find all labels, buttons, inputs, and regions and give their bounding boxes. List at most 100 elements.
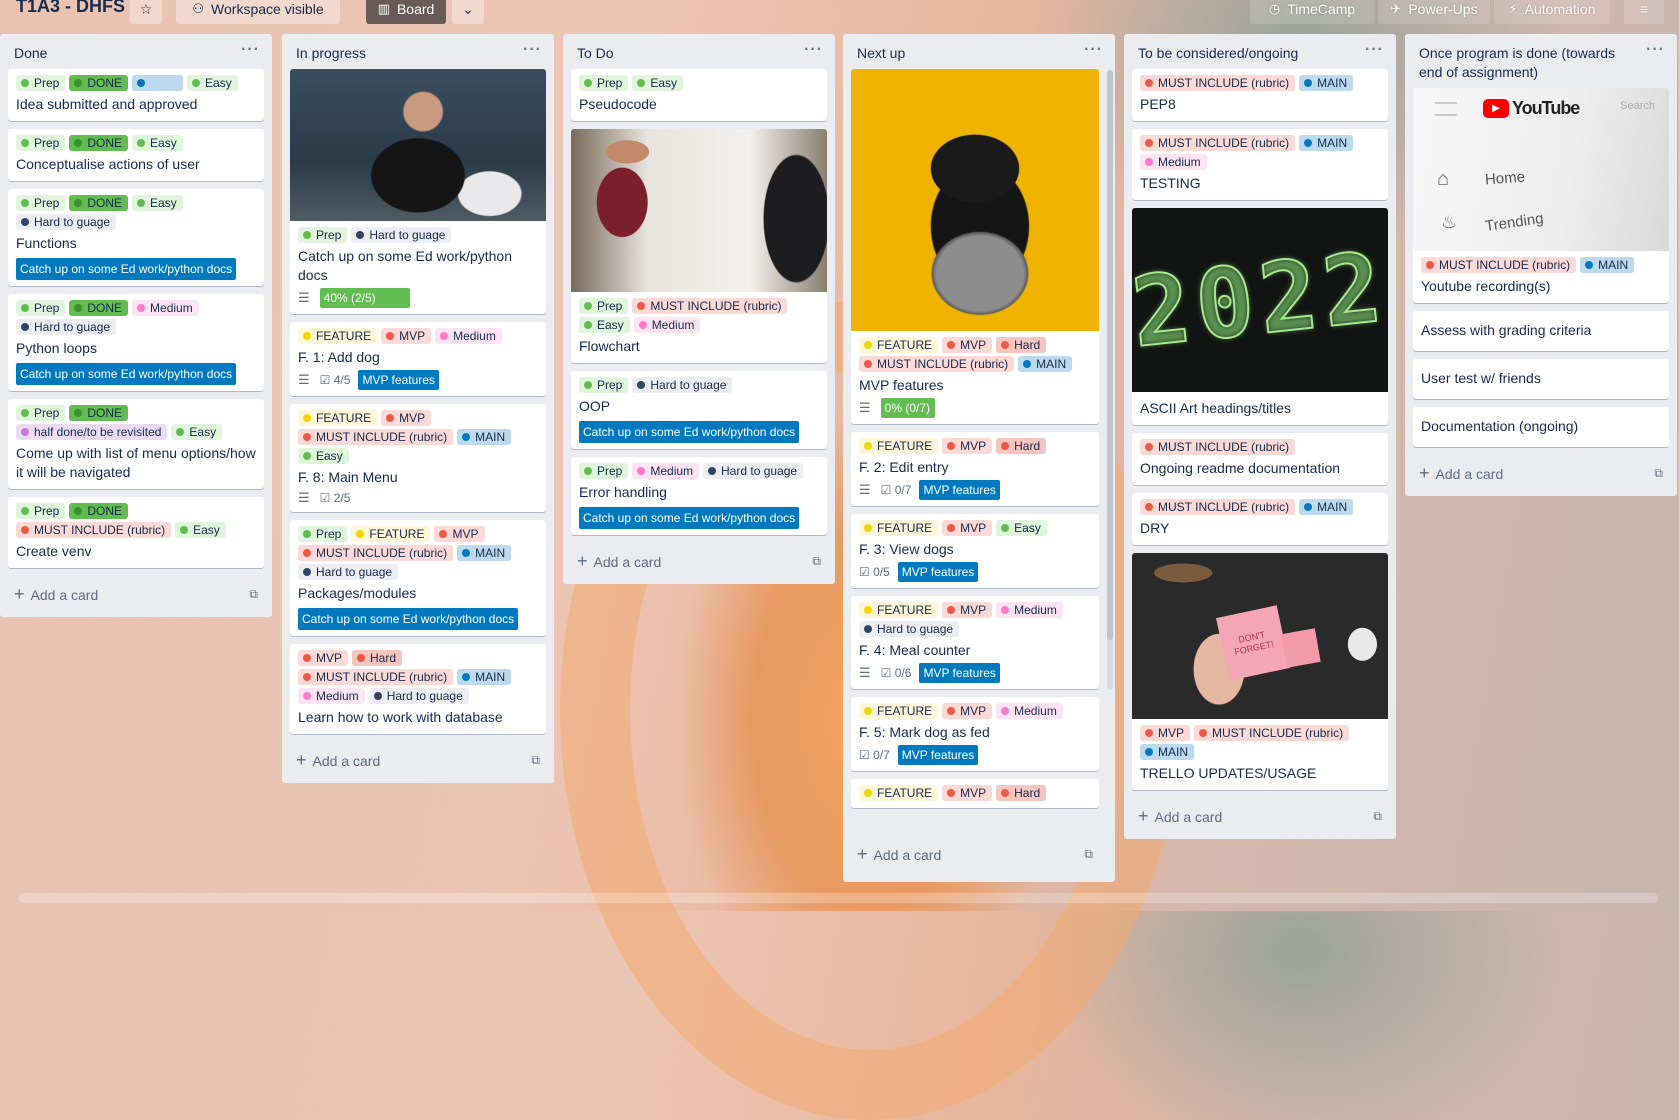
label-must-include: MUST INCLUDE (rubric)	[298, 669, 454, 685]
card[interactable]: FEATURE MVP Medium F. 5: Mark dog as fed ☑…	[851, 697, 1099, 771]
board-view-button[interactable]: ▥ Board	[366, 0, 446, 24]
card-template-icon[interactable]: ⧉	[1373, 809, 1382, 824]
board-horizontal-scrollbar[interactable]	[18, 893, 1658, 903]
list-menu-icon[interactable]: ···	[1365, 40, 1384, 59]
card[interactable]: DON'T FORGET! MVP MUST INCLUDE (rubric) MA…	[1132, 553, 1388, 790]
view-switcher-button[interactable]: ⌄	[452, 0, 484, 24]
add-card-button[interactable]: + Add a card ⧉	[8, 576, 264, 617]
card[interactable]: FEATURE MVP Hard F. 2: Edit entry ☰ ☑ 0/7 MV…	[851, 432, 1099, 506]
card[interactable]: FEATURE MVP Easy F. 3: View dogs ☑ 0/5 MVP …	[851, 514, 1099, 588]
list-title[interactable]: Once program is done (towards end of ass…	[1419, 45, 1615, 80]
powerups-button[interactable]: ✈ Power-Ups	[1378, 0, 1490, 24]
add-card-button[interactable]: + Add a card ⧉	[1413, 455, 1669, 496]
mvp-features-tag[interactable]: MVP features	[897, 562, 979, 582]
card-template-icon[interactable]: ⧉	[812, 554, 821, 569]
list-title[interactable]: To be considered/ongoing	[1138, 45, 1298, 61]
mvp-features-tag[interactable]: MVP features	[919, 480, 1000, 500]
card[interactable]: Prep DONE MUST INCLUDE (rubric) Easy Create…	[8, 497, 264, 568]
youtube-play-icon: ▶	[1483, 99, 1509, 118]
card-template-icon[interactable]: ⧉	[1654, 466, 1663, 481]
visibility-button[interactable]: ⚇ Workspace visible	[176, 0, 340, 24]
label-prep: Prep	[579, 377, 629, 393]
mvp-features-tag[interactable]: MVP features	[897, 745, 979, 765]
menu-icon: ≡	[1639, 1, 1649, 17]
list-menu-icon[interactable]: ···	[1084, 40, 1103, 59]
card[interactable]: MVP Hard MUST INCLUDE (rubric) MAIN Medium Ha…	[290, 644, 546, 734]
label-medium: Medium	[996, 703, 1063, 719]
plus-icon: +	[1419, 463, 1430, 483]
label-easy: Easy	[132, 135, 183, 151]
card[interactable]: Prep FEATURE MVP MUST INCLUDE (rubric) MAIN H…	[290, 520, 546, 636]
card[interactable]: Prep DONE half done/to be revisited Easy Co…	[8, 399, 264, 489]
description-icon: ☰	[298, 490, 310, 505]
card-title: Flowchart	[579, 338, 640, 354]
card[interactable]: ▶ YouTube Search ⌂ Home ♨ Trending MUST …	[1413, 88, 1669, 303]
show-menu-button[interactable]: ≡	[1624, 0, 1664, 24]
card-template-icon[interactable]: ⧉	[249, 587, 258, 602]
card[interactable]: Prep DONE Medium Hard to guage Python loops…	[8, 294, 264, 391]
linked-card-tag[interactable]: Catch up on some Ed work/python docs	[579, 421, 800, 443]
card[interactable]: Prep Hard to guage OOP Catch up on some E…	[571, 371, 827, 449]
card[interactable]: FEATURE MVP Medium Hard to guage F. 4: Meal…	[851, 596, 1099, 689]
card[interactable]: Prep DONE Easy Hard to guage Functions Catc…	[8, 189, 264, 286]
card[interactable]: 2022 ASCII Art headings/titles	[1132, 208, 1388, 425]
board-title[interactable]: T1A3 - DHFS	[16, 0, 125, 17]
list-title[interactable]: In progress	[296, 45, 366, 61]
card[interactable]: Documentation (ongoing)	[1413, 407, 1669, 447]
label-done: DONE	[69, 503, 129, 519]
label-mvp: MVP	[381, 328, 432, 344]
list-title[interactable]: Next up	[857, 45, 905, 61]
list-scrollbar-thumb[interactable]	[1107, 70, 1113, 640]
list-scrollbar[interactable]	[1107, 70, 1113, 690]
youtube-logo: ▶ YouTube	[1483, 98, 1580, 119]
list-menu-icon[interactable]: ···	[241, 40, 260, 59]
list-menu-icon[interactable]: ···	[523, 40, 542, 59]
description-icon: ☰	[298, 372, 310, 387]
list-done: Done ··· Prep DONE Easy Idea submitted and …	[0, 34, 272, 617]
card-title: Packages/modules	[298, 585, 417, 601]
mvp-features-tag[interactable]: MVP features	[358, 370, 439, 390]
linked-card-tag[interactable]: Catch up on some Ed work/python docs	[298, 608, 519, 630]
card[interactable]: FEATURE MVP MUST INCLUDE (rubric) MAIN Easy …	[290, 404, 546, 512]
label-prep: Prep	[16, 300, 66, 316]
linked-card-tag[interactable]: Catch up on some Ed work/python docs	[16, 258, 237, 280]
card-template-icon[interactable]: ⧉	[531, 753, 540, 768]
list-title[interactable]: Done	[14, 45, 47, 61]
add-card-button[interactable]: + Add a card ⧉	[851, 840, 1099, 877]
mvp-features-tag[interactable]: MVP features	[919, 663, 1000, 683]
card[interactable]: Prep Hard to guage Catch up on some Ed wo…	[290, 69, 546, 314]
card[interactable]: Prep DONE Easy Conceptualise actions of us…	[8, 129, 264, 181]
automation-button[interactable]: ⚡ Automation	[1494, 0, 1610, 24]
card[interactable]: MUST INCLUDE (rubric) Ongoing readme doc…	[1132, 433, 1388, 485]
add-card-button[interactable]: + Add a card ⧉	[1132, 798, 1388, 839]
card[interactable]: Prep Easy Pseudocode	[571, 69, 827, 121]
list-menu-icon[interactable]: ···	[804, 40, 823, 59]
card[interactable]: FEATURE MVP Medium F. 1: Add dog ☰ ☑ 4/5 MVP…	[290, 322, 546, 396]
add-card-button[interactable]: + Add a card ⧉	[571, 543, 827, 584]
add-card-button[interactable]: + Add a card ⧉	[290, 742, 546, 783]
linked-card-tag[interactable]: Catch up on some Ed work/python docs	[579, 507, 800, 529]
card[interactable]: Prep Medium Hard to guage Error handling C…	[571, 457, 827, 535]
list-menu-icon[interactable]: ···	[1646, 40, 1665, 59]
card[interactable]: MUST INCLUDE (rubric) MAIN Medium TESTING	[1132, 129, 1388, 200]
label-hard-to-guage: Hard to guage	[859, 621, 960, 637]
card[interactable]: FEATURE MVP Hard MUST INCLUDE (rubric) MAIN …	[851, 69, 1099, 424]
card[interactable]: MUST INCLUDE (rubric) MAIN DRY	[1132, 493, 1388, 545]
linked-card-tag[interactable]: Catch up on some Ed work/python docs	[16, 363, 237, 385]
timecamp-button[interactable]: ◷ TimeCamp	[1250, 0, 1374, 24]
card[interactable]: Prep MUST INCLUDE (rubric) Easy Medium Flow…	[571, 129, 827, 363]
label-feature: FEATURE	[859, 785, 939, 801]
card[interactable]: FEATURE MVP Hard	[851, 779, 1099, 808]
card-template-icon[interactable]: ⧉	[1084, 847, 1093, 862]
list-title[interactable]: To Do	[577, 45, 614, 61]
label-feature: FEATURE	[859, 337, 939, 353]
card[interactable]: Prep DONE Easy Idea submitted and approved	[8, 69, 264, 121]
star-button[interactable]: ☆	[130, 0, 162, 24]
card[interactable]: MUST INCLUDE (rubric) MAIN PEP8	[1132, 69, 1388, 121]
sticky-note-back	[1281, 628, 1321, 668]
card[interactable]: User test w/ friends	[1413, 359, 1669, 399]
list-cards-scroll-area[interactable]: FEATURE MVP Hard MUST INCLUDE (rubric) MAIN …	[851, 69, 1099, 849]
label-prep: Prep	[16, 195, 66, 211]
card[interactable]: Assess with grading criteria	[1413, 311, 1669, 351]
add-card-label: Add a card	[1435, 466, 1504, 482]
